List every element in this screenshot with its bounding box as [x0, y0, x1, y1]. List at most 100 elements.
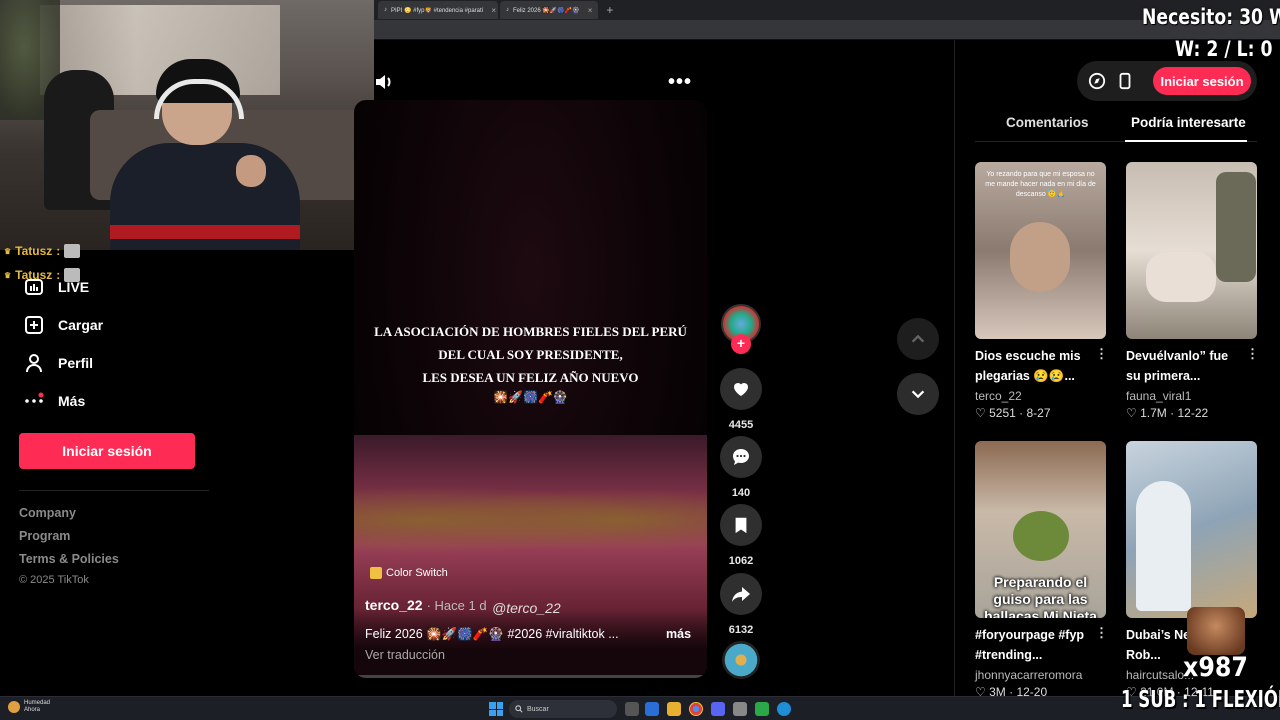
sidebar-item-upload[interactable]: Cargar — [24, 315, 103, 335]
recommended-video-thumbnail[interactable] — [1126, 441, 1257, 618]
video-author[interactable]: terco_22 · Hace 1 d — [365, 597, 487, 613]
recommended-video-thumbnail[interactable] — [1126, 162, 1257, 339]
save-action[interactable]: 1062 — [720, 504, 762, 567]
more-caption-button[interactable]: más — [666, 627, 691, 641]
streamer — [110, 59, 300, 250]
thumbnail-text: Yo rezando para que mi esposa no me mand… — [985, 171, 1096, 198]
overlay-emojis: 🎇🚀🎆🧨🎡 — [493, 390, 568, 404]
compass-icon[interactable] — [1088, 72, 1106, 90]
video-user[interactable]: terco_22 — [975, 389, 1022, 403]
video-title[interactable]: #foryourpage #fyp #trending... — [975, 625, 1095, 665]
hand — [236, 155, 266, 187]
like-button[interactable] — [720, 368, 762, 410]
weather-subtitle: Ahora — [24, 707, 41, 713]
tab-recommended[interactable]: Podría interesarte — [1131, 115, 1246, 130]
copyright: © 2025 TikTok — [19, 574, 89, 586]
like-count: 1.7M — [1140, 406, 1167, 420]
effect-tag[interactable]: Color Switch — [370, 567, 448, 579]
monkey-face — [1010, 222, 1070, 292]
post-date: 12-22 — [1177, 406, 1209, 420]
sidebar-item-label: Perfil — [58, 355, 94, 371]
recommended-video-thumbnail[interactable]: Yo rezando para que mi esposa no me mand… — [975, 162, 1106, 339]
follow-button[interactable]: + — [731, 334, 751, 354]
video-title[interactable]: Devuélvanlo” fue su primera... — [1126, 346, 1246, 386]
music-disc[interactable] — [722, 641, 760, 679]
video-crowd — [354, 610, 707, 678]
kebab-menu-icon[interactable]: ⋮ — [1095, 625, 1108, 641]
divider — [19, 490, 209, 491]
search-icon — [515, 705, 523, 713]
overlay-line: LA ASOCIACIÓN DE HOMBRES FIELES DEL PERÚ — [374, 324, 687, 339]
overlay-line: DEL CUAL SOY PRESIDENTE, — [438, 347, 623, 362]
share-button[interactable] — [720, 573, 762, 615]
video-stats: ♡ 1.7M · 12-22 — [1126, 406, 1209, 420]
live-icon — [25, 279, 43, 295]
mobile-icon[interactable] — [1116, 72, 1134, 90]
video-player[interactable]: LA ASOCIACIÓN DE HOMBRES FIELES DEL PERÚ… — [354, 100, 707, 678]
tab-comments[interactable]: Comentarios — [1006, 115, 1089, 130]
app-icon[interactable] — [733, 702, 747, 716]
win-loss-counter: W: 2 / L: 0 — [1175, 37, 1273, 61]
effect-icon — [370, 567, 382, 579]
share-action[interactable]: 6132 — [720, 573, 762, 636]
video-title[interactable]: Dios escuche mis plegarias 😢😢... — [975, 346, 1095, 386]
widgets-icon[interactable] — [645, 702, 659, 716]
translate-link[interactable]: Ver traducción — [365, 648, 445, 662]
tiktok-watermark: @terco_22 — [492, 600, 561, 616]
login-button[interactable]: Iniciar sesión — [19, 433, 195, 469]
stream-goal: Necesito: 30 WIN — [1142, 5, 1280, 29]
sidebar-item-profile[interactable]: Perfil — [24, 353, 93, 373]
browser-tab[interactable]: ♪ PIPI 😳 #fyp🦁 #tendencia #paratí × — [378, 1, 498, 19]
tab-title: PIPI 😳 #fyp🦁 #tendencia #paratí — [391, 7, 484, 14]
webcam-feed — [0, 0, 374, 250]
overlay-line: LES DESEA UN FELIZ AÑO NUEVO — [422, 370, 639, 385]
taskbar: Humedad Ahora Buscar — [0, 696, 1280, 720]
heart-outline-icon: ♡ — [975, 406, 986, 420]
volume-icon[interactable] — [374, 72, 394, 92]
video-user[interactable]: fauna_viral1 — [1126, 389, 1191, 403]
profile-icon — [26, 354, 42, 373]
more-options-icon[interactable]: ••• — [668, 71, 692, 94]
discord-icon[interactable] — [711, 702, 725, 716]
video-progress-bar[interactable] — [354, 675, 707, 678]
task-view-icon[interactable] — [625, 702, 639, 716]
kebab-menu-icon[interactable]: ⋮ — [1246, 346, 1259, 362]
footer-link-terms[interactable]: Terms & Policies — [19, 552, 119, 566]
start-icon[interactable] — [489, 702, 503, 716]
video-stats: ♡ 5251 · 8-27 — [975, 406, 1051, 420]
like-action[interactable]: 4455 — [720, 368, 762, 431]
save-button[interactable] — [720, 504, 762, 546]
edge-icon[interactable] — [777, 702, 791, 716]
author-name[interactable]: terco_22 — [365, 597, 423, 613]
video-trees — [354, 480, 707, 560]
close-icon[interactable]: × — [588, 6, 593, 15]
weather-widget[interactable]: Humedad Ahora — [8, 700, 50, 714]
video-overlay-text: LA ASOCIACIÓN DE HOMBRES FIELES DEL PERÚ… — [354, 320, 707, 389]
chrome-icon[interactable] — [689, 702, 703, 716]
share-count: 6132 — [728, 624, 754, 636]
footer-link-company[interactable]: Company — [19, 506, 76, 520]
close-icon[interactable]: × — [491, 6, 496, 15]
sidebar-item-more[interactable]: Más — [24, 391, 85, 411]
video-user[interactable]: jhonnyacarreromora — [975, 668, 1082, 682]
comment-icon — [733, 449, 749, 465]
sub-rule: 1 SUB : 1 FLEXIÓN — [1121, 687, 1280, 713]
heart-icon — [734, 383, 748, 396]
app-icon[interactable] — [755, 702, 769, 716]
thumbnail-caption: Preparando el guiso para las hallacas Mi… — [984, 574, 1097, 618]
file-explorer-icon[interactable] — [667, 702, 681, 716]
robot-chair — [1136, 481, 1191, 611]
browser-tab-active[interactable]: ♪ Feliz 2026 🎇🚀🎆🧨🎡 × — [500, 1, 599, 19]
comment-button[interactable] — [720, 436, 762, 478]
taskbar-search[interactable]: Buscar — [509, 700, 617, 718]
sidebar-item-live[interactable]: LIVE — [24, 277, 89, 297]
upload-icon — [25, 316, 43, 334]
kebab-menu-icon[interactable]: ⋮ — [1095, 346, 1108, 362]
footer-link-program[interactable]: Program — [19, 529, 70, 543]
new-tab-button[interactable]: + — [606, 3, 613, 17]
previous-video-button[interactable] — [897, 318, 939, 360]
recommended-video-thumbnail[interactable]: Preparando el guiso para las hallacas Mi… — [975, 441, 1106, 618]
next-video-button[interactable] — [897, 373, 939, 415]
header-login-button[interactable]: Iniciar sesión — [1153, 67, 1251, 95]
comment-action[interactable]: 140 — [720, 436, 762, 499]
